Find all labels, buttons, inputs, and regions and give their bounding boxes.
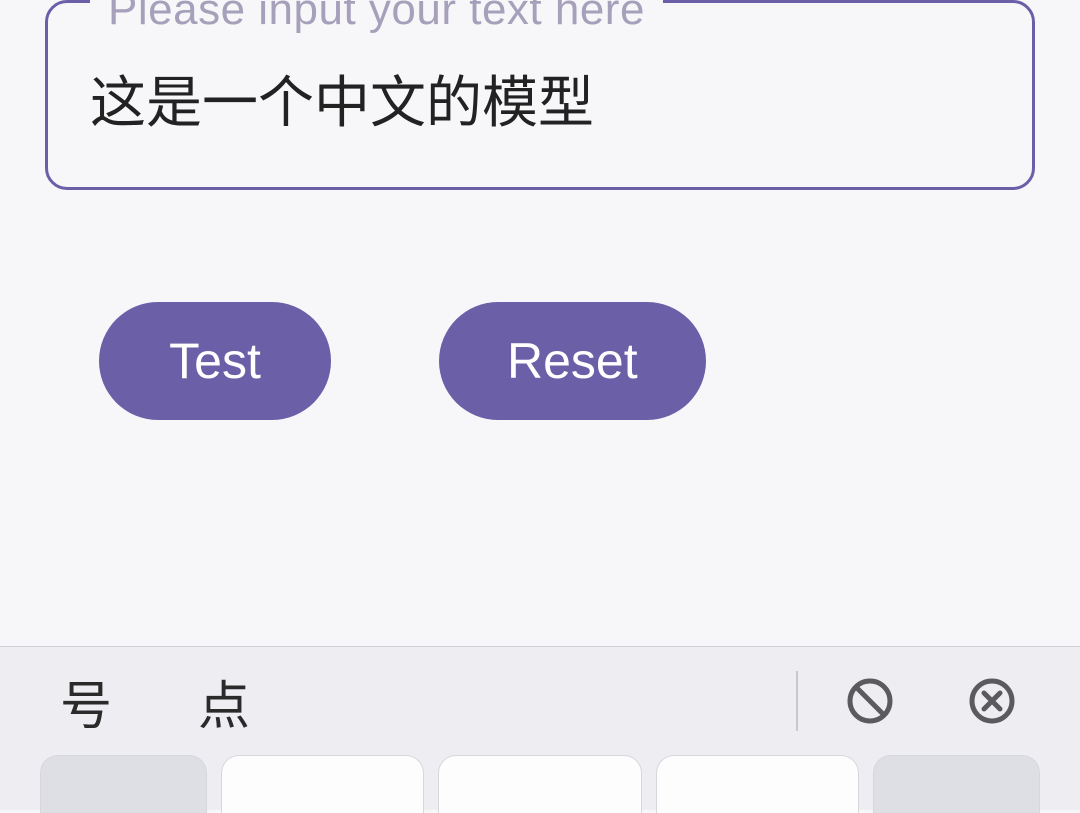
keyboard-bar: 号 点 <box>0 646 1080 810</box>
reset-button[interactable]: Reset <box>439 302 706 420</box>
test-button[interactable]: Test <box>99 302 331 420</box>
suggestion-item[interactable]: 点 <box>198 664 250 739</box>
input-legend: Please input your text here <box>90 0 663 35</box>
keyboard-key[interactable] <box>873 755 1040 813</box>
close-icon[interactable] <box>962 671 1022 731</box>
text-input[interactable]: 这是一个中文的模型 <box>90 58 990 139</box>
text-input-fieldset: Please input your text here 这是一个中文的模型 <box>45 0 1035 190</box>
suggestion-item[interactable]: 号 <box>60 664 112 739</box>
keyboard-key[interactable] <box>438 755 641 813</box>
keyboard-key[interactable] <box>221 755 424 813</box>
button-row: Test Reset <box>99 302 1035 420</box>
keyboard-key-row <box>0 755 1080 791</box>
suggestion-row: 号 点 <box>0 647 1080 755</box>
divider <box>796 671 798 731</box>
keyboard-key[interactable] <box>656 755 859 813</box>
block-icon[interactable] <box>840 671 900 731</box>
keyboard-key[interactable] <box>40 755 207 813</box>
